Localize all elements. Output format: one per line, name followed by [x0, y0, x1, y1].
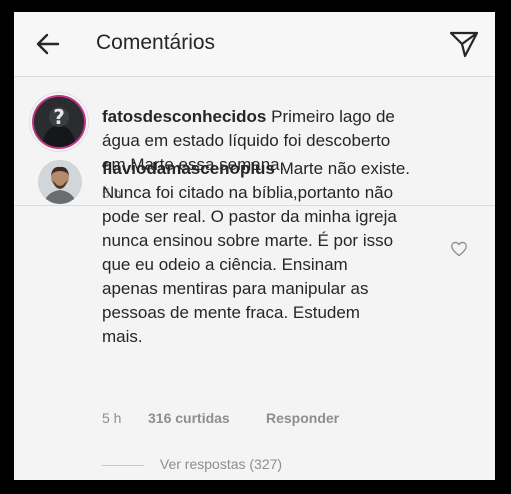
comment-line: Nunca foi citado na bíblia,portanto não: [102, 183, 394, 202]
arrow-left-icon[interactable]: [34, 30, 62, 58]
heart-outline-icon[interactable]: [450, 241, 468, 257]
reply-button[interactable]: Responder: [266, 410, 339, 426]
comment-username[interactable]: flaviodamascenoplus: [102, 159, 275, 178]
comment-line: apenas mentiras para manipular as: [102, 279, 369, 298]
page-title: Comentários: [96, 31, 216, 54]
replies-divider: [102, 464, 144, 466]
comment-line: nunca ensinou sobre marte. É por isso: [102, 231, 394, 250]
comment-line: mais.: [102, 327, 143, 346]
view-replies-label: Ver respostas (327): [159, 456, 283, 472]
comment-line: pode ser real. O pastor da minha igreja: [102, 207, 397, 226]
header-bar: Comentários: [14, 12, 495, 77]
comments-screen: Comentários ? fatosdesconhecidos Primeir…: [14, 12, 495, 480]
comment-timestamp: 5 h: [102, 410, 122, 426]
comment-line: que eu odeio a ciência. Ensinam: [102, 255, 348, 274]
view-replies-button[interactable]: Ver respostas (327): [102, 456, 282, 472]
svg-text:?: ?: [53, 105, 65, 129]
avatar[interactable]: [38, 160, 82, 204]
caption-line: Primeiro lago de: [271, 107, 395, 126]
likes-count[interactable]: 316 curtidas: [148, 410, 230, 426]
caption-username[interactable]: fatosdesconhecidos: [102, 107, 266, 126]
comment-line: Marte não existe.: [279, 159, 411, 178]
user-avatar-image: [38, 160, 82, 204]
comment-text: flaviodamascenoplus Marte não existe. Nu…: [102, 157, 447, 349]
avatar[interactable]: ?: [34, 97, 84, 147]
comment-line: pessoas de mente fraca. Estudem: [102, 303, 360, 322]
caption-line: água em estado líquido foi descoberto: [102, 131, 391, 150]
question-mark-avatar-image: ?: [34, 97, 84, 147]
paper-plane-icon[interactable]: [448, 28, 480, 60]
